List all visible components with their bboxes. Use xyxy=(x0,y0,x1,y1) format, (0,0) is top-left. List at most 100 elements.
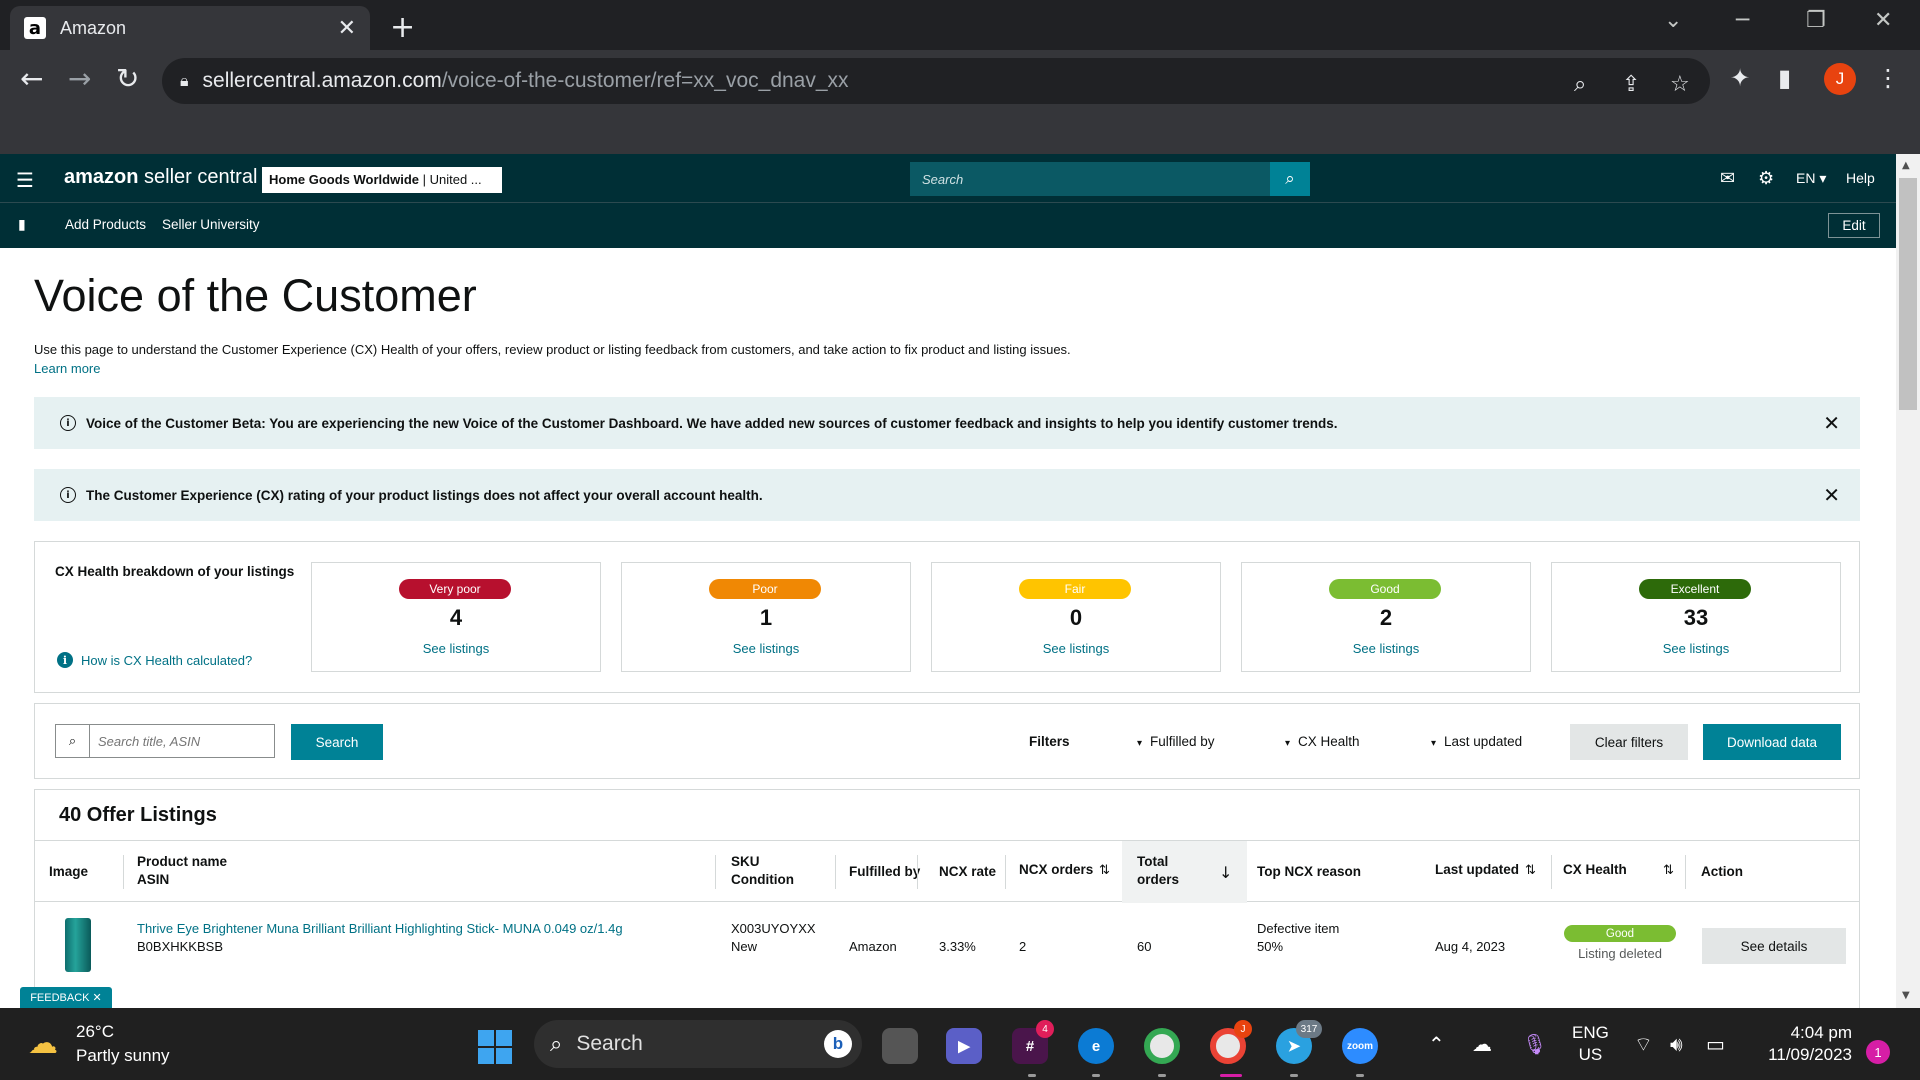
windows-taskbar: ☁ 26°C Partly sunny ⌕ Search b ▶ # 4 e J… xyxy=(0,1008,1920,1080)
sort-icon[interactable]: ⇅ xyxy=(1663,863,1674,878)
filter-fulfilled-by[interactable]: ▾ Fulfilled by xyxy=(1137,734,1215,749)
listing-search-input[interactable] xyxy=(90,733,270,749)
zoom-icon[interactable]: ⌕ xyxy=(1574,72,1586,97)
address-bar[interactable]: 🔒︎ sellercentral.amazon.com /voice-of-th… xyxy=(162,58,1710,104)
settings-gear-icon[interactable]: ⚙ xyxy=(1758,168,1774,189)
task-view-icon[interactable] xyxy=(882,1028,918,1064)
top-ncx-reason-pct: 50% xyxy=(1257,939,1284,954)
weather-desc[interactable]: Partly sunny xyxy=(76,1046,170,1066)
share-icon[interactable]: ⇪ xyxy=(1622,72,1640,97)
sort-icon[interactable]: ⇅ xyxy=(1099,863,1110,878)
nav-add-products[interactable]: Add Products xyxy=(65,217,146,232)
sort-icon[interactable]: ⇅ xyxy=(1525,863,1536,878)
alert-text: The Customer Experience (CX) rating of y… xyxy=(86,487,763,503)
onedrive-cloud-icon[interactable]: ☁ xyxy=(1472,1032,1492,1056)
th-total-orders[interactable]: Total orders xyxy=(1137,853,1179,889)
feedback-button[interactable]: FEEDBACK ✕ xyxy=(20,987,112,1008)
taskbar-search[interactable]: ⌕ Search b xyxy=(534,1020,862,1068)
side-panel-icon[interactable]: ▮ xyxy=(1778,64,1791,92)
sort-descending-icon[interactable]: ↓ xyxy=(1219,863,1232,882)
weather-temp[interactable]: 26°C xyxy=(76,1022,114,1042)
th-top-ncx-reason[interactable]: Top NCX reason xyxy=(1257,863,1361,881)
notification-badge[interactable]: 1 xyxy=(1866,1040,1890,1064)
product-name-link[interactable]: Thrive Eye Brightener Muna Brilliant Bri… xyxy=(137,920,623,938)
th-fulfilled-by[interactable]: Fulfilled by xyxy=(849,863,920,881)
clear-filters-button[interactable]: Clear filters xyxy=(1570,724,1688,760)
minimize-icon[interactable]: ─ xyxy=(1736,8,1749,33)
alert-close-icon[interactable]: ✕ xyxy=(1823,411,1840,435)
column-divider xyxy=(1685,855,1686,889)
cx-health-how-link[interactable]: i How is CX Health calculated? xyxy=(57,652,252,668)
language-indicator[interactable]: ENG US xyxy=(1572,1022,1609,1066)
seller-central-logo[interactable]: amazon seller central xyxy=(64,166,257,189)
mail-icon[interactable]: ✉ xyxy=(1720,168,1735,189)
telegram-badge: 317 xyxy=(1296,1020,1322,1038)
edge-icon[interactable]: e xyxy=(1078,1028,1114,1064)
fulfilled-by: Amazon xyxy=(849,939,897,954)
hamburger-menu-icon[interactable]: ☰ xyxy=(16,168,34,192)
tab-close-icon[interactable]: ✕ xyxy=(338,16,356,41)
scroll-down-icon[interactable]: ▼ xyxy=(1902,990,1910,1001)
info-icon: i xyxy=(60,487,76,503)
edit-nav-button[interactable]: Edit xyxy=(1828,213,1880,238)
teams-icon[interactable]: ▶ xyxy=(946,1028,982,1064)
back-icon[interactable]: ← xyxy=(20,62,43,95)
windows-start-icon[interactable] xyxy=(478,1030,512,1064)
see-listings-link[interactable]: See listings xyxy=(932,641,1220,656)
chrome-icon[interactable] xyxy=(1144,1028,1180,1064)
scroll-up-icon[interactable]: ▲ xyxy=(1902,160,1910,171)
header-search-icon[interactable]: ⌕ xyxy=(1270,162,1310,196)
th-cx-health[interactable]: CX Health xyxy=(1563,861,1627,879)
header-search-input[interactable]: Search xyxy=(910,162,1280,196)
download-data-button[interactable]: Download data xyxy=(1703,724,1841,760)
system-clock[interactable]: 4:04 pm 11/09/2023 xyxy=(1752,1022,1852,1066)
wifi-icon[interactable]: ⌔ xyxy=(1634,1032,1653,1057)
tray-overflow-icon[interactable]: ⌃ xyxy=(1428,1032,1445,1056)
see-details-button[interactable]: See details xyxy=(1702,928,1846,964)
battery-icon[interactable]: ▭ xyxy=(1706,1032,1725,1056)
bing-icon[interactable]: b xyxy=(824,1030,852,1058)
nav-seller-university[interactable]: Seller University xyxy=(162,217,260,232)
th-last-updated[interactable]: Last updated xyxy=(1435,861,1519,879)
profile-avatar[interactable]: J xyxy=(1824,63,1856,95)
th-ncx-rate[interactable]: NCX rate xyxy=(939,863,996,881)
cx-count: 2 xyxy=(1379,605,1393,630)
scrollbar-thumb[interactable] xyxy=(1899,178,1917,410)
store-selector[interactable]: Home Goods Worldwide | United ... xyxy=(262,167,502,193)
tab-search-icon[interactable]: ⌄ xyxy=(1664,8,1682,33)
th-sku[interactable]: SKU Condition xyxy=(731,853,794,889)
zoom-icon[interactable]: zoom xyxy=(1342,1028,1378,1064)
window-close-icon[interactable]: ✕ xyxy=(1874,8,1892,33)
chevron-down-icon: ▾ xyxy=(1431,738,1437,749)
weather-cloud-sun-icon[interactable]: ☁ xyxy=(28,1026,58,1061)
alert-close-icon[interactable]: ✕ xyxy=(1823,483,1840,507)
new-tab-icon[interactable]: + xyxy=(390,10,415,45)
restore-icon[interactable]: ❐ xyxy=(1806,8,1826,33)
learn-more-link[interactable]: Learn more xyxy=(34,361,100,376)
see-listings-link[interactable]: See listings xyxy=(622,641,910,656)
th-product-name[interactable]: Product name ASIN xyxy=(137,853,227,889)
bookmark-star-icon[interactable]: ☆ xyxy=(1670,72,1690,97)
reload-icon[interactable]: ↻ xyxy=(116,62,139,95)
filter-cx-health[interactable]: ▾ CX Health xyxy=(1285,734,1360,749)
info-icon: i xyxy=(60,415,76,431)
url-host: sellercentral.amazon.com xyxy=(202,69,442,92)
see-listings-link[interactable]: See listings xyxy=(1242,641,1530,656)
bookmark-icon[interactable]: ▮ xyxy=(18,217,26,233)
product-image[interactable] xyxy=(65,918,91,972)
forward-icon[interactable]: → xyxy=(68,62,91,95)
browser-tab[interactable]: a Amazon ✕ xyxy=(10,6,370,50)
language-selector[interactable]: EN ▾ xyxy=(1796,170,1826,187)
help-link[interactable]: Help xyxy=(1846,170,1875,186)
microphone-icon[interactable]: 🎙︎ xyxy=(1522,1032,1547,1056)
volume-icon[interactable]: 🔊︎ xyxy=(1670,1032,1683,1056)
filters-label: Filters xyxy=(1029,734,1070,749)
th-ncx-orders[interactable]: NCX orders xyxy=(1019,861,1093,879)
filter-last-updated[interactable]: ▾ Last updated xyxy=(1431,734,1522,749)
extensions-icon[interactable]: ✦ xyxy=(1730,64,1750,92)
menu-kebab-icon[interactable]: ⋮ xyxy=(1876,64,1900,92)
listing-search-button[interactable]: Search xyxy=(291,724,383,760)
see-listings-link[interactable]: See listings xyxy=(312,641,600,656)
offer-listings-table: 40 Offer Listings Image Product name ASIN… xyxy=(34,789,1860,1019)
see-listings-link[interactable]: See listings xyxy=(1552,641,1840,656)
